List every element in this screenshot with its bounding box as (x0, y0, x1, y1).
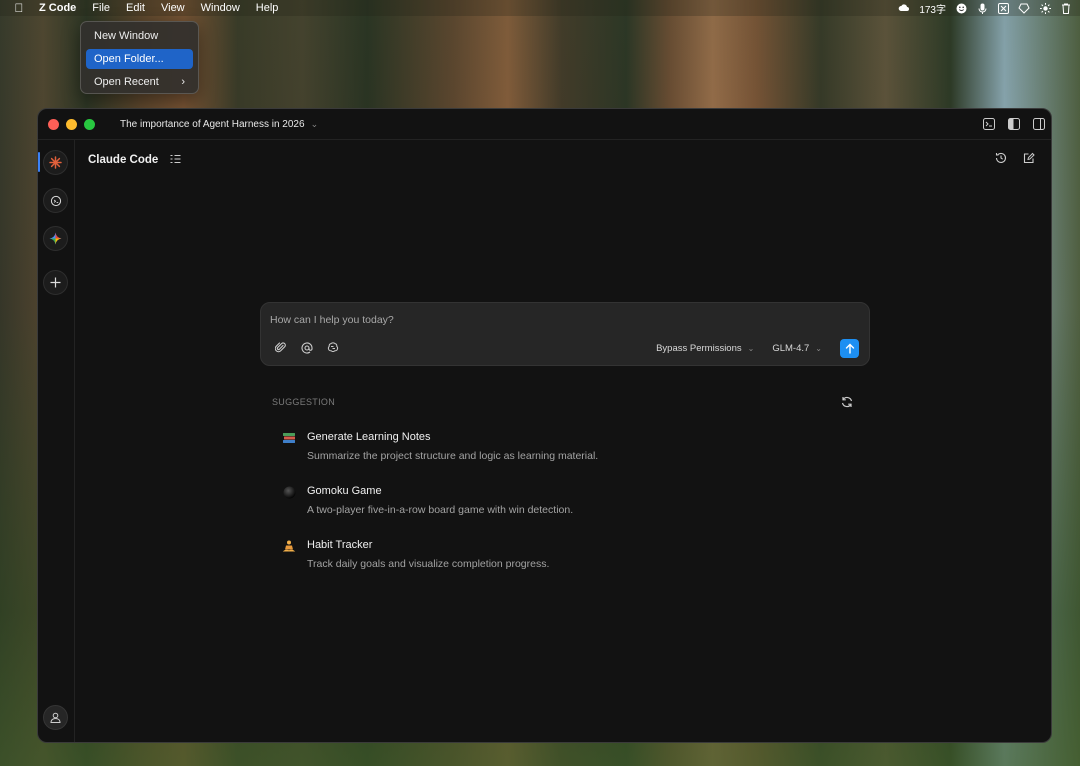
menu-help[interactable]: Help (256, 2, 279, 14)
active-indicator (38, 152, 40, 172)
window-titlebar: The importance of Agent Harness in 2026 … (38, 109, 1051, 140)
left-panel-toggle-icon[interactable] (1007, 117, 1020, 130)
smiley-icon[interactable] (955, 3, 967, 14)
microphone-icon[interactable] (976, 3, 988, 14)
refresh-suggestions-icon[interactable] (841, 395, 854, 408)
macos-menu-bar:  Z Code File Edit View Window Help 173字 (0, 0, 1080, 16)
menu-item-open-recent[interactable]: Open Recent › (86, 72, 193, 92)
menu-window[interactable]: Window (201, 2, 240, 14)
mention-icon[interactable] (300, 341, 313, 354)
permission-mode-label: Bypass Permissions (656, 343, 742, 354)
claude-code-agent-button[interactable] (43, 150, 68, 175)
suggestion-title: Generate Learning Notes (307, 431, 431, 443)
suggestion-title: Habit Tracker (307, 539, 373, 551)
word-count-status[interactable]: 173字 (919, 1, 946, 16)
menu-app-name[interactable]: Z Code (39, 2, 76, 14)
attachment-icon[interactable] (274, 341, 287, 354)
prompt-tools (274, 341, 339, 354)
gemini-sparkle-icon (49, 232, 62, 245)
trash-icon[interactable] (1060, 3, 1072, 14)
permission-mode-select[interactable]: Bypass Permissions ⌄ (656, 343, 754, 354)
prompt-box: Bypass Permissions ⌄ GLM-4.7 ⌄ (260, 302, 870, 366)
model-label: GLM-4.7 (772, 343, 810, 354)
model-select[interactable]: GLM-4.7 ⌄ (772, 343, 822, 354)
suggestion-description: Summarize the project structure and logi… (307, 450, 599, 462)
minimize-window-button[interactable] (66, 118, 77, 130)
menu-item-open-folder[interactable]: Open Folder... (86, 49, 193, 69)
black-circle-icon (282, 485, 296, 499)
claude-asterisk-icon (49, 156, 62, 169)
project-title-selector[interactable]: The importance of Agent Harness in 2026 … (120, 119, 318, 130)
plus-icon (50, 277, 61, 288)
add-agent-button[interactable] (43, 270, 68, 295)
books-icon (282, 431, 296, 445)
user-profile-button[interactable] (43, 705, 68, 730)
brightness-icon[interactable] (1039, 2, 1051, 14)
app-window: The importance of Agent Harness in 2026 … (37, 108, 1052, 743)
prompt-controls: Bypass Permissions ⌄ GLM-4.7 ⌄ (656, 339, 859, 358)
menu-item-label: Open Folder... (94, 53, 164, 65)
menu-view[interactable]: View (161, 2, 185, 14)
suggestion-description: Track daily goals and visualize completi… (307, 558, 550, 570)
content-header: Claude Code (88, 151, 181, 169)
suggestion-heading: SUGGESTION (272, 397, 336, 407)
user-icon (50, 712, 61, 723)
traffic-lights (48, 118, 95, 130)
paw-icon[interactable] (1018, 3, 1030, 14)
meditation-icon (282, 539, 296, 553)
maximize-window-button[interactable] (84, 118, 95, 130)
agent-title: Claude Code (88, 154, 159, 166)
chevron-down-icon: ⌄ (747, 344, 755, 353)
menu-edit[interactable]: Edit (126, 2, 145, 14)
suggestion-description: A two-player five-in-a-row board game wi… (307, 504, 574, 516)
task-list-icon[interactable] (170, 151, 181, 169)
terminal-icon[interactable] (982, 117, 995, 130)
file-menu-dropdown: New Window Open Folder... Open Recent › (80, 21, 199, 94)
sidebar (38, 140, 75, 742)
codex-agent-button[interactable] (43, 188, 68, 213)
chevron-right-icon: › (181, 76, 185, 88)
apple-icon[interactable]:  (11, 1, 27, 15)
project-title: The importance of Agent Harness in 2026 (120, 118, 305, 130)
prompt-input[interactable] (270, 312, 850, 328)
brain-icon[interactable] (326, 341, 339, 354)
menu-bar-status-area: 173字 (898, 0, 1072, 16)
titlebar-actions (982, 117, 1045, 130)
suggestion-title: Gomoku Game (307, 485, 382, 497)
menu-item-new-window[interactable]: New Window (86, 26, 193, 46)
close-window-button[interactable] (48, 118, 59, 130)
menu-item-label: Open Recent (94, 76, 159, 88)
gemini-agent-button[interactable] (43, 226, 68, 251)
chevron-down-icon: ⌄ (815, 344, 822, 353)
new-chat-icon[interactable] (1023, 151, 1035, 169)
arrow-up-icon (845, 343, 854, 354)
send-button[interactable] (840, 339, 859, 358)
header-actions (995, 151, 1035, 169)
right-panel-toggle-icon[interactable] (1032, 117, 1045, 130)
chevron-down-icon: ⌄ (310, 118, 319, 129)
input-method-icon[interactable] (997, 2, 1009, 14)
openai-icon (50, 195, 61, 206)
menu-item-label: New Window (94, 30, 159, 42)
menu-file[interactable]: File (92, 2, 110, 14)
cloud-icon[interactable] (898, 3, 910, 14)
history-icon[interactable] (995, 151, 1007, 169)
